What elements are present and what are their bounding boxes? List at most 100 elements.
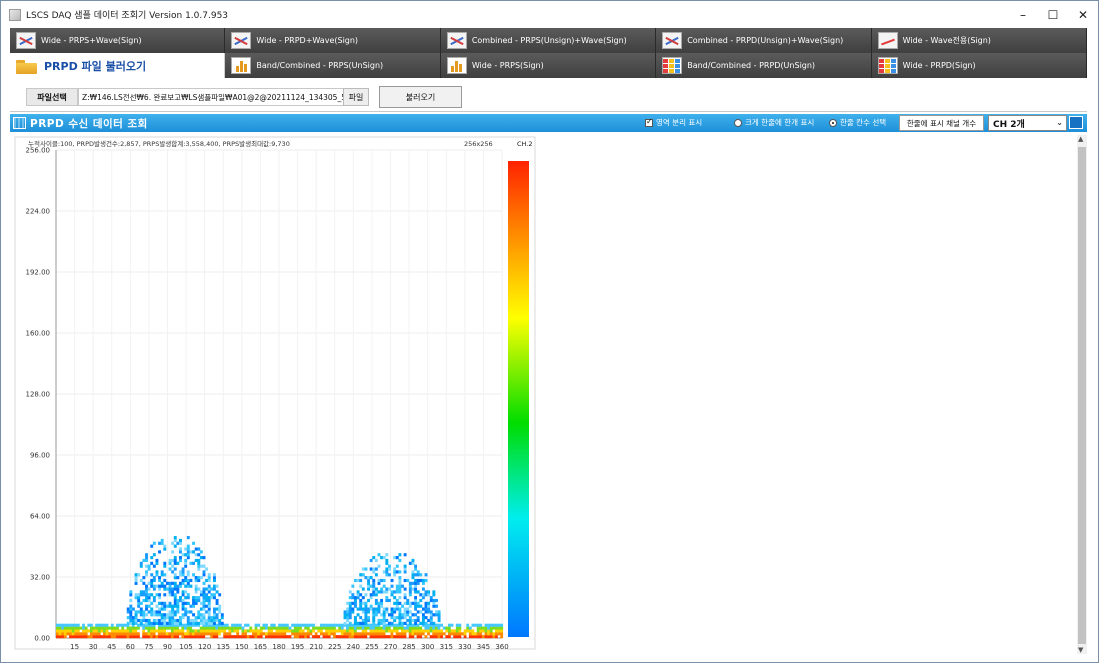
heatmap-cell (390, 629, 394, 633)
minimize-button[interactable]: – (1008, 1, 1038, 28)
heatmap-cell (113, 626, 117, 630)
heatmap-cell (398, 626, 402, 630)
heatmap-cell (374, 567, 378, 571)
tab-band-combined-prpd[interactable]: Band/Combined - PRPD(UnSign) (656, 53, 872, 78)
heatmap-cell (380, 626, 383, 630)
colorbar (508, 161, 529, 637)
tab-combined-prpd-wave[interactable]: Combined - PRPD(Unsign)+Wave(Sign) (656, 28, 872, 53)
tab-band-combined-prps[interactable]: Band/Combined - PRPS(UnSign) (225, 53, 441, 78)
heatmap-cell (322, 623, 326, 627)
prpd-plot-panel: 누적사이클:100, PRPD발생건수:2,857, PRPS발생합계:3,55… (12, 135, 1076, 655)
heatmap-cell (398, 587, 402, 591)
heatmap-cell (414, 632, 417, 636)
heatmap-cell (168, 618, 172, 623)
heatmap-cell (163, 573, 167, 577)
x-tick-label: 75 (144, 643, 153, 651)
heatmap-cell (129, 618, 133, 623)
heatmap-cell (325, 629, 328, 633)
heatmap-cell (228, 632, 232, 636)
load-button[interactable]: 불러오기 (379, 86, 462, 108)
heatmap-cell (500, 623, 504, 627)
heatmap-cell (179, 598, 182, 603)
heatmap-cell (327, 629, 331, 633)
heatmap-cell (118, 635, 122, 639)
scrollbar-thumb[interactable] (1078, 147, 1086, 644)
tab-prpd-file-load[interactable]: PRPD 파일 불러오기 (10, 53, 226, 78)
heatmap-cell (416, 578, 420, 583)
window-toggle-button[interactable] (1069, 116, 1083, 129)
heatmap-cell (372, 593, 376, 597)
tab-wide-wave-only[interactable]: Wide - Wave전용(Sign) (871, 28, 1088, 53)
scroll-up-icon[interactable]: ▲ (1078, 135, 1083, 143)
heatmap-cell (408, 618, 412, 623)
close-button[interactable]: ✕ (1068, 1, 1098, 28)
tab-label: Band/Combined - PRPD(UnSign) (687, 61, 816, 70)
heatmap-cell (225, 626, 229, 630)
heatmap-cell (150, 621, 154, 625)
file-select-label: 파일선택 (26, 88, 78, 106)
heatmap-cell (212, 618, 216, 623)
heatmap-cell (395, 626, 399, 630)
heatmap-cell (259, 629, 263, 633)
heatmap-cell (304, 623, 308, 627)
y-tick-label: 64.00 (30, 513, 50, 521)
file-browse-button[interactable]: 파일 (343, 88, 369, 106)
heatmap-cell (322, 632, 326, 636)
heatmap-cell (131, 629, 135, 633)
heatmap-cell (361, 632, 365, 636)
heatmap-cell (364, 626, 368, 630)
heatmap-cell (382, 584, 386, 588)
heatmap-cell (288, 635, 292, 639)
heatmap-cell (390, 632, 394, 636)
tab-wide-prpd[interactable]: Wide - PRPD(Sign) (871, 53, 1088, 78)
heatmap-cell (168, 590, 172, 594)
scroll-down-icon[interactable]: ▼ (1078, 646, 1083, 654)
heatmap-cell (173, 573, 177, 577)
tab-combined-prps-wave[interactable]: Combined - PRPS(Unsign)+Wave(Sign) (440, 28, 657, 53)
heatmap-cell (158, 593, 162, 597)
column-count-radio[interactable]: 한줄 칸수 선택 (829, 117, 886, 128)
heatmap-cell (359, 601, 363, 605)
heatmap-cell (63, 632, 67, 636)
tab-label: Wide - PRPS(Sign) (471, 61, 544, 70)
heatmap-cell (171, 558, 175, 563)
heatmap-cell (236, 626, 240, 630)
heatmap-cell (385, 598, 389, 603)
heatmap-cell (173, 544, 177, 548)
heatmap-cell (372, 618, 376, 623)
heatmap-cell (406, 601, 410, 605)
heatmap-cell (364, 576, 368, 580)
heatmap-cell (330, 629, 334, 633)
heatmap-cell (395, 601, 399, 605)
heatmap-cell (380, 604, 384, 608)
tab-wide-prps-wave[interactable]: Wide - PRPS+Wave(Sign) (10, 28, 226, 53)
heatmap-cell (69, 632, 72, 636)
heatmap-cell (424, 616, 428, 620)
heatmap-cell (393, 573, 397, 577)
heatmap-cell (58, 635, 62, 639)
tab-wide-prpd-wave[interactable]: Wide - PRPD+Wave(Sign) (225, 28, 441, 53)
heatmap-cell (262, 626, 266, 630)
x-tick-label: 210 (309, 643, 322, 651)
large-view-radio[interactable]: 크게 한줄에 한개 표시 (734, 117, 814, 128)
tab-wide-prps[interactable]: Wide - PRPS(Sign) (440, 53, 657, 78)
heatmap-cell (442, 632, 446, 636)
heatmap-cell (142, 616, 146, 620)
maximize-button[interactable]: ☐ (1038, 1, 1068, 28)
separate-area-checkbox[interactable]: 영역 분리 표시 (645, 117, 702, 128)
heatmap-cell (346, 635, 349, 639)
heatmap-cell (238, 623, 242, 627)
channel-count-select[interactable]: CH 2개 ⌄ (988, 115, 1067, 131)
heatmap-cell (372, 578, 376, 583)
heatmap-cell (406, 598, 410, 603)
heatmap-cell (171, 621, 175, 625)
vertical-scrollbar[interactable]: ▲ ▼ (1077, 135, 1087, 654)
file-path-input[interactable] (78, 88, 348, 106)
heatmap-cell (330, 632, 334, 636)
heatmap-cell (152, 598, 156, 603)
tab-label: Band/Combined - PRPS(UnSign) (256, 61, 384, 70)
heatmap-cell (333, 626, 336, 630)
heatmap-cell (179, 556, 182, 560)
heatmap-cell (139, 621, 143, 625)
heatmap-cell (437, 616, 441, 620)
